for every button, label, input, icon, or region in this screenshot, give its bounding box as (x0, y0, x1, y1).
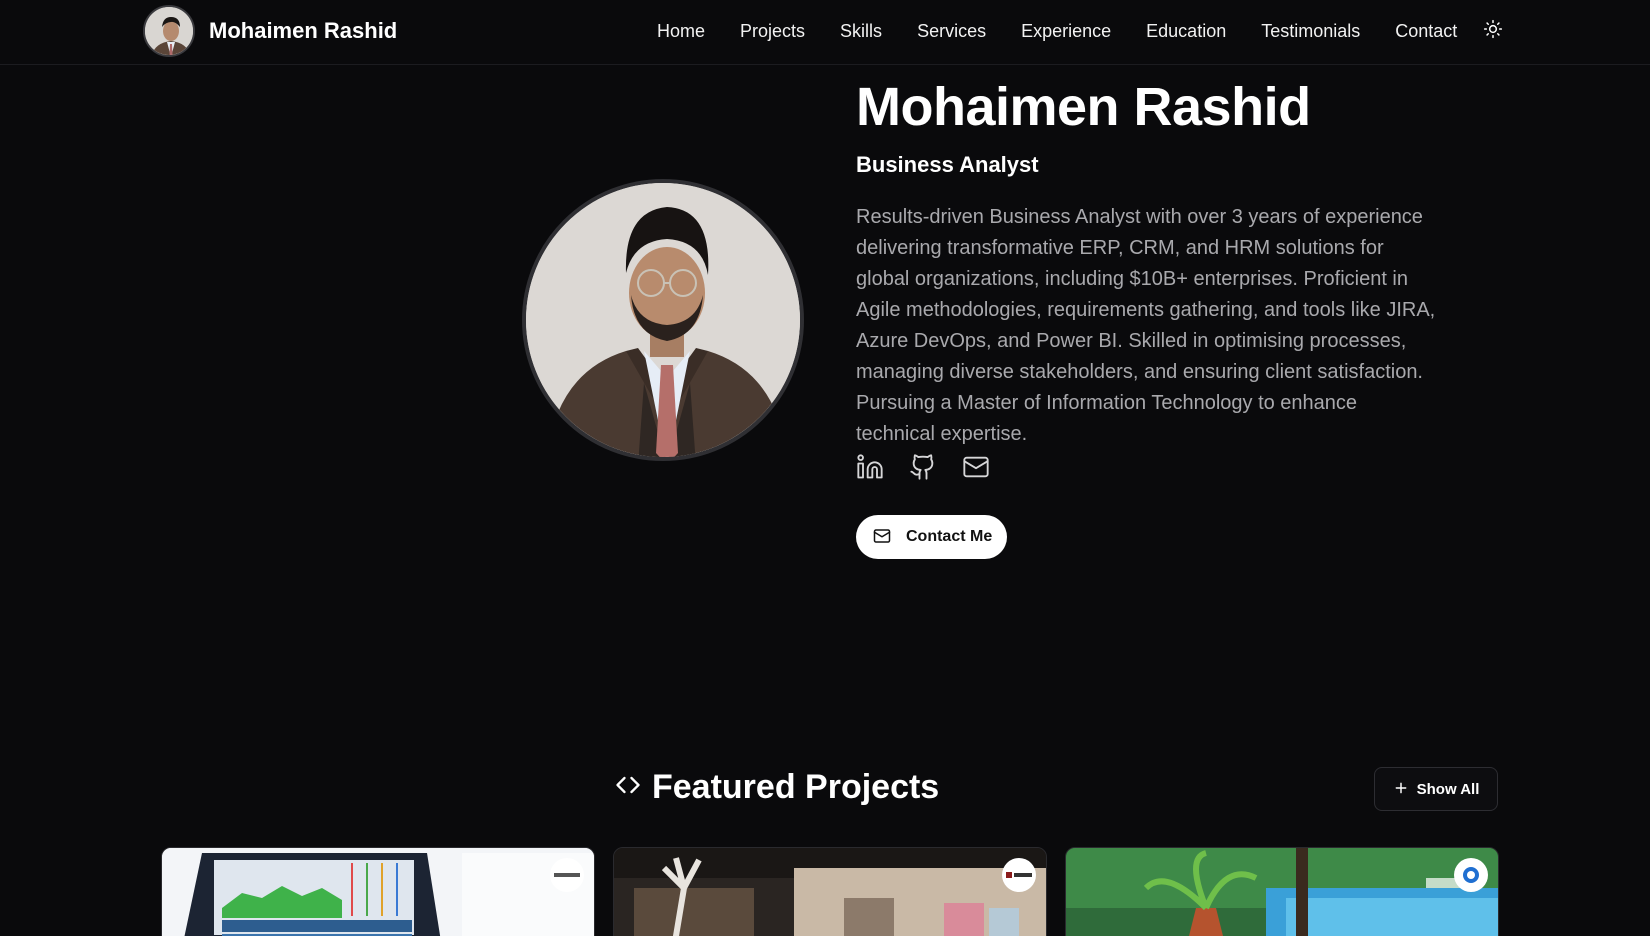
nav-skills[interactable]: Skills (840, 21, 882, 42)
brand[interactable]: Mohaimen Rashid (143, 5, 397, 57)
linkedin-icon[interactable] (856, 453, 884, 481)
plus-icon (1393, 780, 1409, 799)
site-header: Mohaimen Rashid Home Projects Skills Ser… (0, 0, 1650, 65)
mail-icon[interactable] (962, 453, 990, 481)
nav-education[interactable]: Education (1146, 21, 1226, 42)
nav-services[interactable]: Services (917, 21, 986, 42)
code-icon (614, 771, 642, 804)
hero-bio: Results-driven Business Analyst with ove… (856, 206, 1436, 445)
show-all-label: Show All (1416, 780, 1480, 798)
nav-projects[interactable]: Projects (740, 21, 805, 42)
project-logo (550, 858, 584, 892)
brand-name: Mohaimen Rashid (209, 18, 398, 43)
mail-icon (873, 527, 891, 548)
project-card-1[interactable] (161, 847, 595, 936)
hero-name: Mohaimen Rashid (856, 77, 1311, 137)
project-card-2[interactable] (613, 847, 1047, 936)
social-links (856, 453, 1015, 481)
nav-home[interactable]: Home (657, 21, 705, 42)
brand-avatar (143, 5, 195, 57)
show-all-button[interactable]: Show All (1374, 767, 1498, 811)
nav-contact[interactable]: Contact (1395, 21, 1457, 42)
project-image-resort (1066, 848, 1498, 936)
github-icon[interactable] (909, 453, 937, 481)
sun-icon[interactable] (1483, 19, 1503, 39)
nav-testimonials[interactable]: Testimonials (1261, 21, 1360, 42)
hero-role: Business Analyst (856, 152, 1039, 177)
contact-me-button[interactable]: Contact Me (856, 515, 1007, 559)
project-logo (1002, 858, 1036, 892)
project-image-store (614, 848, 1046, 936)
profile-photo (522, 179, 804, 461)
nav-experience[interactable]: Experience (1021, 21, 1111, 42)
project-image-dashboard (162, 848, 594, 936)
main-nav: Home Projects Skills Services Experience… (657, 0, 1492, 62)
featured-projects-heading: Featured Projects (614, 768, 939, 807)
project-logo (1454, 858, 1488, 892)
project-card-3[interactable] (1065, 847, 1499, 936)
featured-projects-title: Featured Projects (652, 768, 940, 806)
contact-me-label: Contact Me (906, 528, 993, 545)
